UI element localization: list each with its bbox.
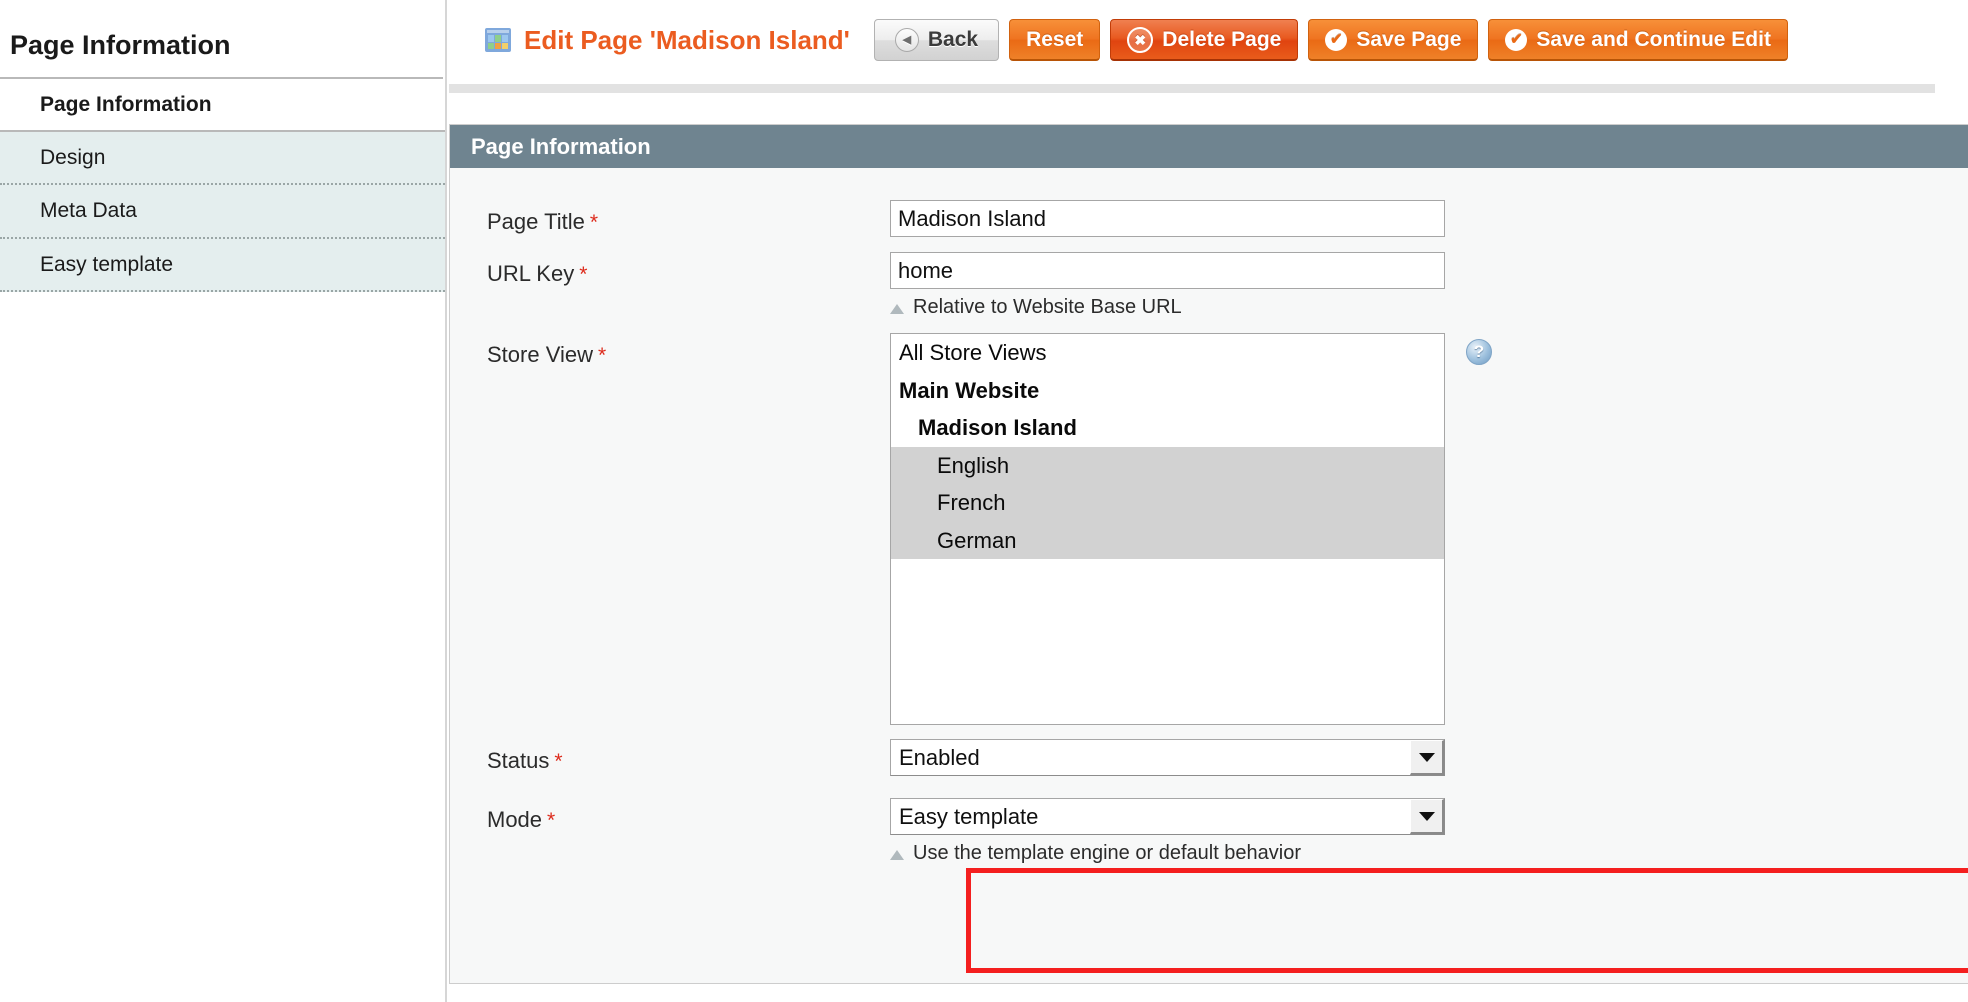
mode-label: Mode * <box>487 807 556 832</box>
chevron-down-icon[interactable] <box>1410 740 1444 775</box>
field-page-title: Page Title * <box>450 200 1968 237</box>
sidebar-title: Page Information <box>0 0 443 79</box>
field-mode: Mode * Easy template Use the template eng… <box>450 798 1968 865</box>
page-information-panel: Page Information Page Title* URL Key* <box>449 124 1968 984</box>
required-marker: * <box>547 809 556 832</box>
store-view-option-english[interactable]: English <box>891 446 1444 484</box>
field-url-key: URL Key* Relative to Website Base URL <box>450 252 1968 319</box>
status-select-value: Enabled <box>899 744 980 770</box>
reset-button-label: Reset <box>1026 27 1084 51</box>
left-sidebar: Page Information Page Information Design… <box>0 0 447 1002</box>
save-and-continue-edit-button-label: Save and Continue Edit <box>1536 27 1771 51</box>
header-button-group: ◀ Back Reset ✖ Delete Page ✔ Save Page ✔… <box>873 19 1788 61</box>
sidebar-item-label: Easy template <box>40 252 174 276</box>
circle-left-arrow-icon: ◀ <box>894 28 919 52</box>
sidebar-item-label: Meta Data <box>40 199 137 223</box>
chevron-down-icon[interactable] <box>1410 799 1444 834</box>
url-key-note-text: Relative to Website Base URL <box>913 296 1182 318</box>
page-title-input[interactable] <box>890 200 1445 237</box>
mode-note: Use the template engine or default behav… <box>890 842 1445 865</box>
required-marker: * <box>597 344 607 367</box>
circle-x-icon: ✖ <box>1127 26 1154 53</box>
back-button-label: Back <box>927 28 979 51</box>
panel-body: Page Title* URL Key* Relative to Website… <box>450 168 1968 865</box>
sidebar-item-label: Design <box>40 146 106 170</box>
store-view-option-group: Madison Island <box>918 415 1077 440</box>
note-triangle-icon <box>890 849 904 860</box>
store-view-option-website: Main Website <box>899 377 1040 403</box>
main-content: Edit Page 'Madison Island' ◀ Back Reset … <box>449 0 1968 1002</box>
save-page-button[interactable]: ✔ Save Page <box>1308 19 1479 61</box>
multiselect-empty-space <box>891 559 1444 724</box>
url-key-input[interactable] <box>890 252 1445 289</box>
required-marker: * <box>554 750 563 773</box>
sidebar-item-page-information[interactable]: Page Information <box>0 79 445 133</box>
note-triangle-icon <box>890 303 904 314</box>
store-view-label: Store View * <box>487 342 607 367</box>
mode-note-text: Use the template engine or default behav… <box>913 842 1302 864</box>
page-header: Edit Page 'Madison Island' ◀ Back Reset … <box>449 16 1968 64</box>
save-and-continue-edit-button[interactable]: ✔ Save and Continue Edit <box>1488 19 1788 61</box>
required-marker: * <box>579 263 588 286</box>
sidebar-item-design[interactable]: Design <box>0 132 445 186</box>
field-store-view: Store View * All Store Views Main Website… <box>450 333 1968 725</box>
store-view-option-french[interactable]: French <box>891 484 1444 522</box>
sidebar-item-meta-data[interactable]: Meta Data <box>0 185 445 239</box>
question-mark-icon[interactable]: ? <box>1466 339 1492 365</box>
delete-page-button-label: Delete Page <box>1162 27 1282 51</box>
cms-page-icon <box>485 28 511 52</box>
circle-check-icon: ✔ <box>1325 28 1348 51</box>
field-status: Status * Enabled <box>450 739 1968 776</box>
page-title: Edit Page 'Madison Island' <box>524 24 850 55</box>
url-key-label: URL Key * <box>487 261 588 286</box>
circle-check-icon: ✔ <box>1505 28 1528 51</box>
reset-button[interactable]: Reset <box>1009 19 1101 61</box>
back-button[interactable]: ◀ Back <box>873 19 1000 61</box>
sidebar-item-easy-template[interactable]: Easy template <box>0 238 445 292</box>
panel-legend: Page Information <box>450 125 1968 168</box>
mode-select-value: Easy template <box>899 803 1039 829</box>
header-divider <box>449 84 1935 93</box>
delete-page-button[interactable]: ✖ Delete Page <box>1110 19 1299 61</box>
store-view-option-all[interactable]: All Store Views <box>891 334 1444 372</box>
store-view-multiselect[interactable]: All Store Views Main Website Madison Isl… <box>890 333 1445 725</box>
mode-select[interactable]: Easy template <box>890 798 1445 835</box>
url-key-note: Relative to Website Base URL <box>890 296 1445 319</box>
store-view-option-german[interactable]: German <box>891 521 1444 559</box>
sidebar-item-label: Page Information <box>40 93 212 116</box>
save-page-button-label: Save Page <box>1356 27 1462 51</box>
required-marker: * <box>589 211 599 234</box>
status-label: Status * <box>487 748 563 773</box>
page-title-label: Page Title * <box>487 209 599 234</box>
status-select[interactable]: Enabled <box>890 739 1445 776</box>
